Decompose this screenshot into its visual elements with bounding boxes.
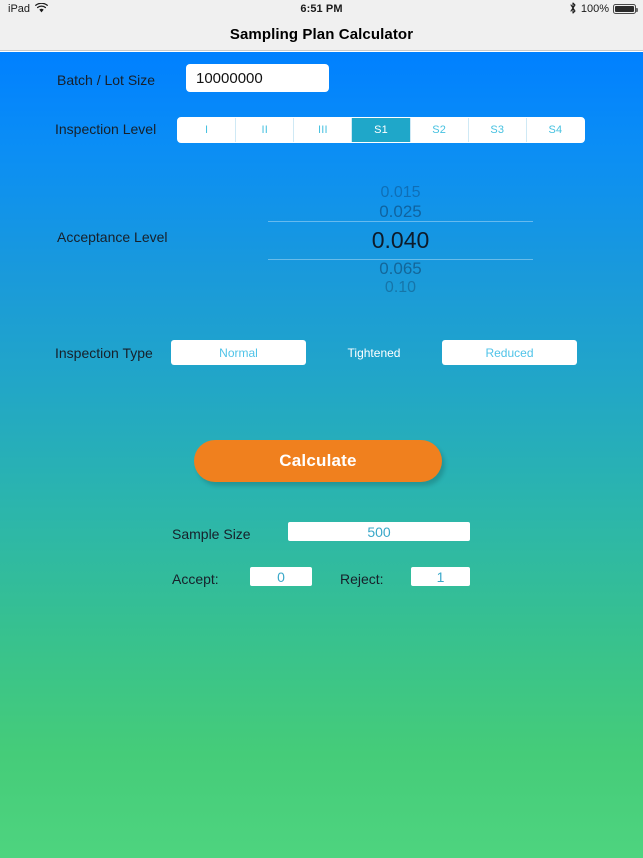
navigation-bar: Sampling Plan Calculator [0, 18, 643, 51]
inspection-level-segmented-control[interactable]: I II III S1 S2 S3 S4 [177, 117, 585, 143]
acceptance-level-label: Acceptance Level [57, 229, 168, 245]
acceptance-level-picker[interactable]: 0.015 0.025 0.040 0.065 0.10 [268, 183, 533, 297]
reject-label: Reject: [340, 571, 384, 587]
status-bar-time: 6:51 PM [300, 3, 343, 15]
segment-level-s1[interactable]: S1 [352, 118, 411, 142]
inspection-level-label: Inspection Level [55, 121, 157, 137]
picker-option-3[interactable]: 0.065 [268, 259, 533, 278]
calculate-button[interactable]: Calculate [194, 440, 442, 482]
status-bar: iPad 6:51 PM 100% [0, 0, 643, 18]
segment-level-1[interactable]: I [178, 118, 237, 142]
battery-percent-label: 100% [580, 3, 609, 15]
inspection-type-reduced-button[interactable]: Reduced [442, 340, 577, 365]
picker-option-0[interactable]: 0.015 [268, 183, 533, 202]
app-content: Batch / Lot Size 10000000 Inspection Lev… [0, 52, 643, 858]
accept-value: 0 [250, 567, 312, 586]
battery-full-icon [613, 4, 638, 14]
page-title: Sampling Plan Calculator [229, 25, 414, 43]
accept-label: Accept: [172, 571, 219, 587]
picker-separator-bottom [268, 259, 533, 260]
picker-option-1[interactable]: 0.025 [268, 202, 533, 221]
batch-lot-size-label: Batch / Lot Size [57, 72, 156, 88]
batch-lot-size-input[interactable]: 10000000 [186, 64, 329, 92]
segment-level-3[interactable]: III [294, 118, 353, 142]
inspection-type-tightened-button[interactable]: Tightened [321, 340, 427, 365]
segment-level-s4[interactable]: S4 [526, 118, 584, 142]
segment-level-s3[interactable]: S3 [468, 118, 527, 142]
picker-separator-top [268, 221, 533, 222]
sample-size-value: 500 [288, 522, 470, 541]
status-bar-right: 100% [569, 1, 638, 17]
reject-value: 1 [411, 567, 470, 586]
inspection-type-normal-button[interactable]: Normal [171, 340, 306, 365]
picker-option-4[interactable]: 0.10 [268, 278, 533, 297]
bluetooth-icon [569, 1, 577, 17]
picker-option-selected[interactable]: 0.040 [268, 221, 533, 259]
segment-level-s2[interactable]: S2 [410, 118, 469, 142]
sample-size-label: Sample Size [172, 526, 251, 542]
inspection-type-label: Inspection Type [55, 345, 153, 361]
segment-level-2[interactable]: II [236, 118, 295, 142]
